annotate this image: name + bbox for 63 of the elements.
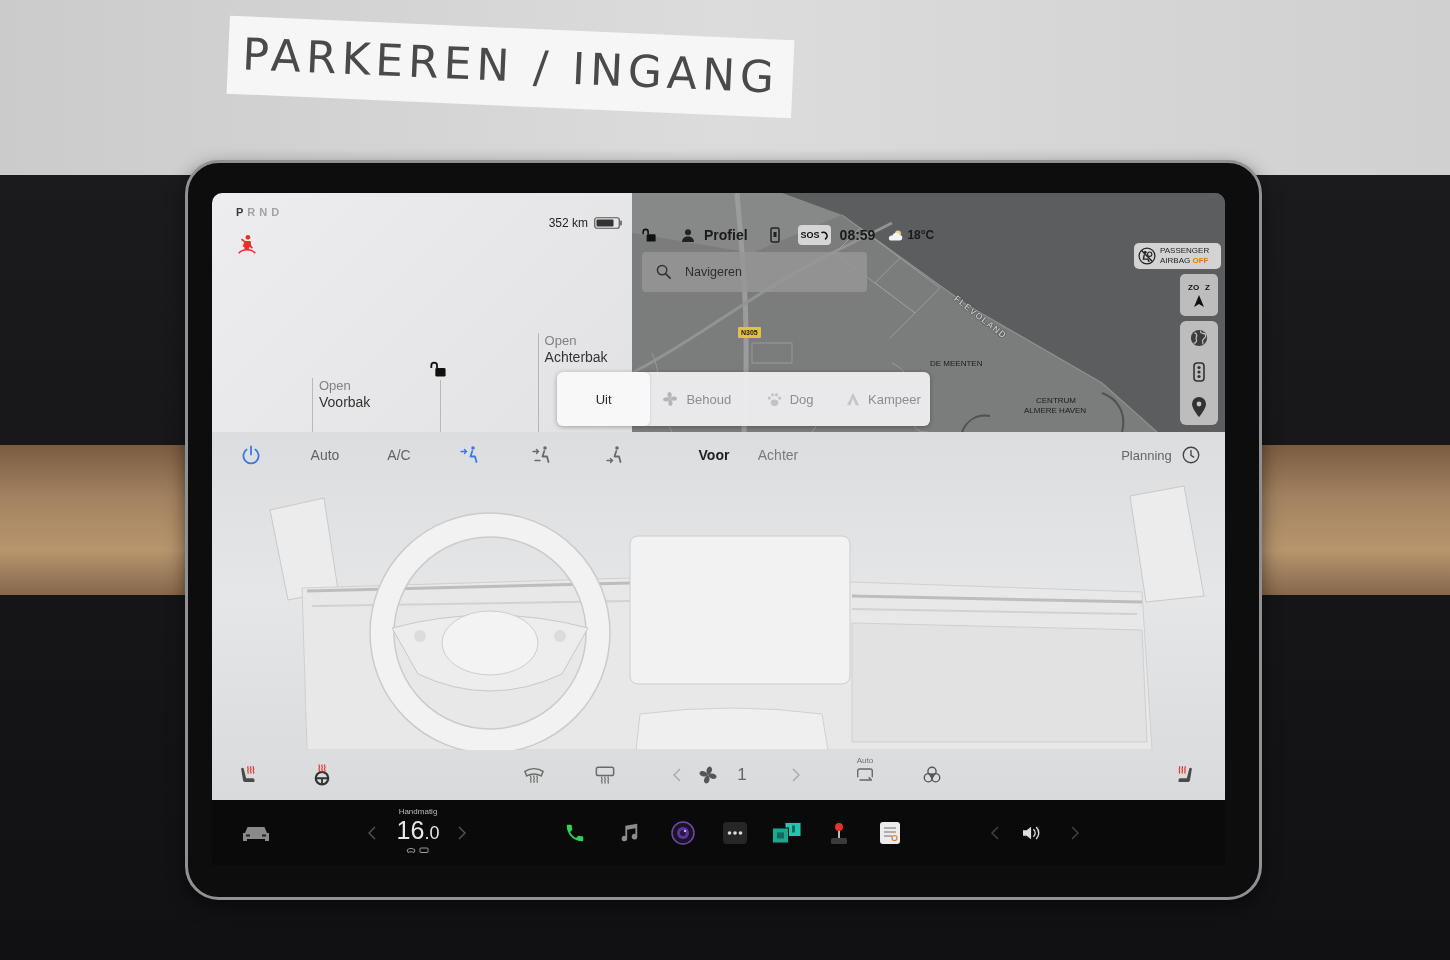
zone-tab[interactable]: Voor	[695, 445, 733, 465]
lock-icon[interactable]	[429, 361, 446, 377]
chevron-right-icon[interactable]	[458, 825, 466, 840]
paw-icon	[766, 391, 782, 407]
mode-option[interactable]: Kampeer	[836, 372, 930, 426]
airflow-icon[interactable]	[604, 445, 624, 465]
battery-icon	[594, 217, 622, 229]
map-orientation-button[interactable]: ZO Z	[1180, 274, 1218, 316]
traffic-light-icon[interactable]	[1193, 362, 1205, 382]
airflow-icon[interactable]	[532, 445, 552, 465]
mode-option[interactable]: Behoud	[650, 372, 744, 426]
recirculate-icon[interactable]	[855, 765, 875, 783]
temperature-readout[interactable]: 16.0	[396, 817, 440, 846]
climate-mode-label: Handmatig	[398, 807, 438, 816]
map-label: ALMERE HAVEN	[1024, 407, 1087, 415]
airflow-icon[interactable]	[460, 445, 480, 465]
fan-speed-value: 1	[737, 765, 747, 785]
gear-letter: R	[247, 206, 256, 218]
camera-icon[interactable]	[671, 820, 695, 845]
range-text: 352 km	[548, 216, 588, 230]
phone-icon[interactable]	[769, 227, 780, 243]
navigation-arrow-icon	[1194, 295, 1204, 307]
windshield-defrost-icon[interactable]	[523, 765, 545, 785]
app-tiles-icon[interactable]	[772, 821, 802, 844]
clock-time: 08:59	[839, 227, 876, 243]
tent-icon	[846, 392, 860, 406]
airbag-off-icon	[1138, 247, 1156, 265]
profile-button[interactable]: Profiel	[682, 227, 748, 243]
chevron-left-icon[interactable]	[368, 825, 376, 840]
climate-mode-button[interactable]: A/C	[384, 445, 414, 465]
zone-tab[interactable]: Achter	[754, 445, 802, 465]
gear-letter: D	[271, 206, 280, 218]
globe-icon[interactable]	[1190, 328, 1208, 347]
clock-icon	[1181, 446, 1200, 464]
outside-temperature: 18°C	[907, 228, 935, 242]
gear-letter: N	[259, 206, 268, 218]
fan-icon	[662, 391, 679, 407]
sos-button[interactable]: SOS	[797, 225, 831, 245]
cloud-icon	[887, 229, 904, 241]
notepad-icon[interactable]	[879, 820, 901, 845]
search-icon	[656, 264, 671, 279]
more-icon[interactable]	[723, 821, 747, 844]
windshield-indicator-icon	[406, 847, 417, 854]
airbag-status-text: PASSENGER AIRBAG OFF	[1160, 246, 1211, 266]
map-pin-icon[interactable]	[1192, 397, 1206, 418]
map-label: DE MEENTEN	[930, 360, 983, 368]
handset-icon	[820, 230, 828, 240]
rear-window-indicator-icon	[419, 847, 430, 854]
joystick-icon[interactable]	[828, 820, 850, 845]
gear-letter: P	[236, 206, 244, 218]
mode-option[interactable]: Uit	[557, 372, 651, 426]
recirculate-mode-label: Auto	[856, 755, 874, 765]
mode-option[interactable]: Dog	[743, 372, 837, 426]
rear-window-defrost-icon[interactable]	[594, 765, 616, 785]
map-label: CENTRUM	[1036, 397, 1076, 405]
power-icon[interactable]	[241, 445, 261, 465]
climate-mode-button[interactable]: Auto	[307, 445, 343, 465]
fan-icon	[698, 765, 718, 785]
person-icon	[682, 228, 694, 242]
search-field[interactable]: Navigeren	[642, 252, 867, 292]
parking-sign: PARKEREN / INGANG	[226, 15, 795, 119]
schedule-button[interactable]: Planning	[1118, 444, 1203, 466]
biohazard-icon[interactable]	[922, 765, 942, 785]
